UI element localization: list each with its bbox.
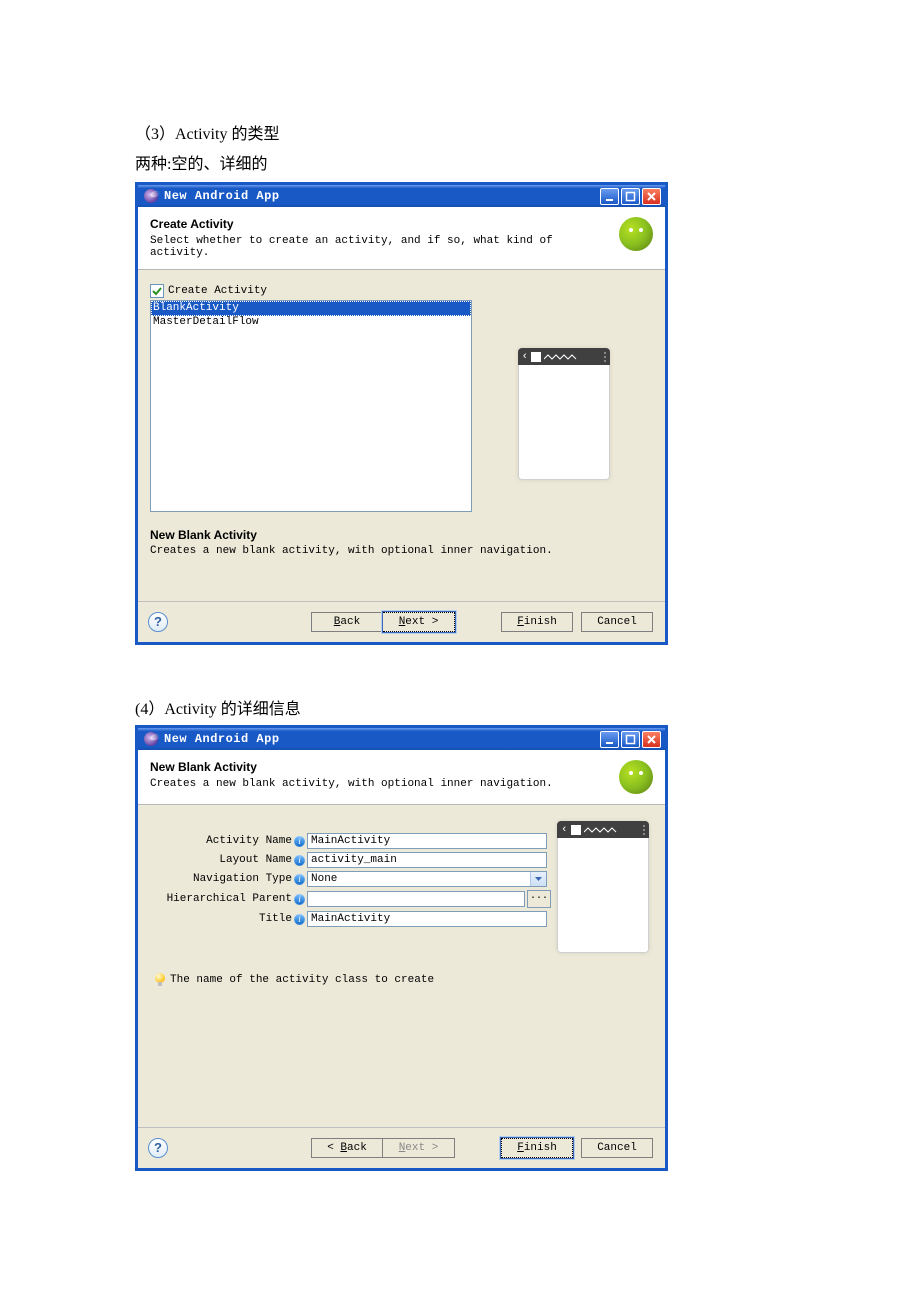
info-icon[interactable]: i xyxy=(294,914,305,925)
window-title: New Android App xyxy=(164,189,600,203)
dialog-blank-activity-details: New Android App New Blank Activity Creat… xyxy=(135,725,668,1171)
eclipse-icon xyxy=(144,732,158,746)
title-placeholder-icon xyxy=(544,354,600,360)
android-icon xyxy=(619,760,653,794)
layout-name-label: Layout Name xyxy=(154,854,294,866)
back-button[interactable]: Back xyxy=(311,612,383,632)
list-item[interactable]: MasterDetailFlow xyxy=(151,316,471,329)
back-caret-icon: ‹ xyxy=(561,824,568,836)
wizard-title: Create Activity xyxy=(150,217,609,231)
help-button[interactable]: ? xyxy=(148,612,168,632)
activity-type-list[interactable]: BlankActivity MasterDetailFlow xyxy=(150,300,472,512)
close-button[interactable] xyxy=(642,731,661,748)
overflow-icon xyxy=(643,825,645,835)
eclipse-icon xyxy=(144,189,158,203)
phone-preview: ‹ xyxy=(518,348,610,480)
minimize-button[interactable] xyxy=(600,188,619,205)
next-button[interactable]: Next > xyxy=(383,612,455,632)
close-button[interactable] xyxy=(642,188,661,205)
back-caret-icon: ‹ xyxy=(522,351,529,363)
list-item[interactable]: BlankActivity xyxy=(151,301,471,316)
chevron-down-icon xyxy=(530,872,546,886)
activity-name-label: Activity Name xyxy=(154,835,294,847)
hint-row: The name of the activity class to create xyxy=(148,953,655,987)
phone-preview: ‹ xyxy=(557,821,649,953)
create-activity-checkbox[interactable] xyxy=(150,284,164,298)
section-4-heading: (4）Activity 的详细信息 xyxy=(135,695,785,719)
activity-name-input[interactable] xyxy=(307,833,547,849)
layout-name-input[interactable] xyxy=(307,852,547,868)
title-placeholder-icon xyxy=(584,827,640,833)
overflow-icon xyxy=(604,352,606,362)
info-icon[interactable]: i xyxy=(294,874,305,885)
info-icon[interactable]: i xyxy=(294,836,305,847)
dialog-create-activity: New Android App Create Activity Select w… xyxy=(135,182,668,645)
minimize-button[interactable] xyxy=(600,731,619,748)
app-icon xyxy=(571,825,581,835)
help-button[interactable]: ? xyxy=(148,1138,168,1158)
preview-pane: ‹ xyxy=(472,300,655,480)
finish-button[interactable]: Finish xyxy=(501,612,573,632)
navigation-type-label: Navigation Type xyxy=(154,873,294,885)
section-3-heading: （3）Activity 的类型 xyxy=(135,120,785,144)
android-icon xyxy=(619,217,653,251)
title-label: Title xyxy=(154,913,294,925)
hierarchical-parent-label: Hierarchical Parent xyxy=(154,893,294,905)
maximize-button[interactable] xyxy=(621,731,640,748)
wizard-title: New Blank Activity xyxy=(150,760,609,774)
info-icon[interactable]: i xyxy=(294,855,305,866)
wizard-description: Select whether to create an activity, an… xyxy=(150,235,609,259)
browse-button[interactable]: ... xyxy=(527,890,551,908)
titlebar[interactable]: New Android App xyxy=(138,728,665,750)
title-input[interactable] xyxy=(307,911,547,927)
wizard-header: Create Activity Select whether to create… xyxy=(138,207,665,270)
lightbulb-icon xyxy=(154,973,166,987)
hint-text: The name of the activity class to create xyxy=(170,974,434,986)
button-bar: ? < Back Next > Finish Cancel xyxy=(138,1127,665,1168)
cancel-button[interactable]: Cancel xyxy=(581,612,653,632)
finish-button[interactable]: Finish xyxy=(501,1138,573,1158)
preview-pane: ‹ xyxy=(551,811,655,953)
hierarchical-parent-input[interactable] xyxy=(307,891,525,907)
app-icon xyxy=(531,352,541,362)
info-icon[interactable]: i xyxy=(294,894,305,905)
navigation-type-value: None xyxy=(311,873,337,885)
next-button: Next > xyxy=(383,1138,455,1158)
window-title: New Android App xyxy=(164,732,600,746)
wizard-description: Creates a new blank activity, with optio… xyxy=(150,778,609,790)
titlebar[interactable]: New Android App xyxy=(138,185,665,207)
maximize-button[interactable] xyxy=(621,188,640,205)
button-bar: ? Back Next > Finish Cancel xyxy=(138,601,665,642)
wizard-header: New Blank Activity Creates a new blank a… xyxy=(138,750,665,805)
cancel-button[interactable]: Cancel xyxy=(581,1138,653,1158)
back-button[interactable]: < Back xyxy=(311,1138,383,1158)
template-name: New Blank Activity xyxy=(150,528,655,542)
create-activity-label: Create Activity xyxy=(168,285,267,297)
section-3-subheading: 两种:空的、详细的 xyxy=(135,150,785,174)
template-description: Creates a new blank activity, with optio… xyxy=(150,545,655,557)
navigation-type-combo[interactable]: None xyxy=(307,871,547,887)
